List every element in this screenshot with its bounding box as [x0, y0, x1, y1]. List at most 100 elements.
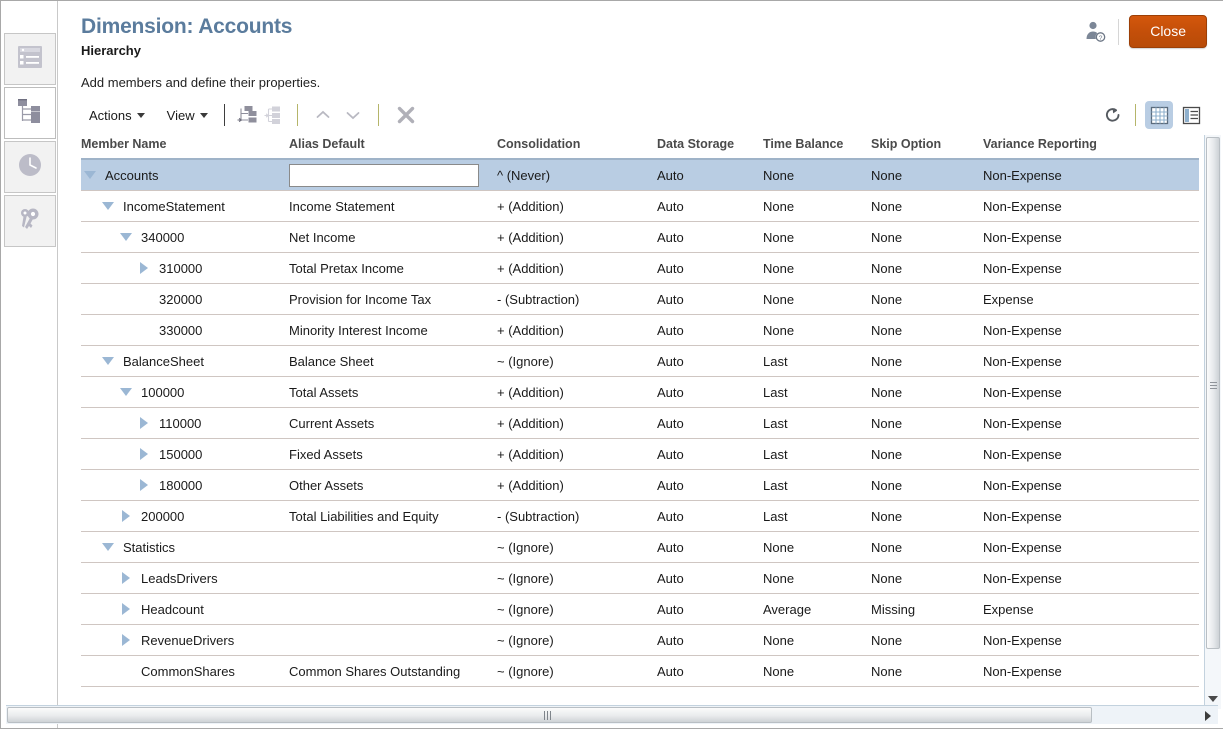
cell-data-storage[interactable]: Auto: [657, 407, 763, 439]
vertical-scrollbar[interactable]: [1204, 135, 1221, 709]
table-row[interactable]: 180000 Other Assets + (Addition) Auto Last No…: [81, 469, 1199, 501]
cell-time-balance[interactable]: None: [763, 283, 871, 315]
table-row[interactable]: Headcount ~ (Ignore) Auto Average Missing Exp…: [81, 593, 1199, 625]
cell-time-balance[interactable]: None: [763, 190, 871, 222]
cell-time-balance[interactable]: Average: [763, 593, 871, 625]
cell-skip-option[interactable]: None: [871, 221, 983, 253]
expand-twisty-icon[interactable]: [117, 569, 135, 587]
cell-alias-default[interactable]: Common Shares Outstanding: [289, 655, 497, 687]
cell-variance-reporting[interactable]: Non-Expense: [983, 469, 1199, 501]
cell-variance-reporting[interactable]: Non-Expense: [983, 190, 1199, 222]
collapse-twisty-icon[interactable]: [117, 228, 135, 246]
cell-time-balance[interactable]: None: [763, 314, 871, 346]
refresh-icon[interactable]: [1100, 103, 1126, 127]
cell-alias-default[interactable]: [289, 624, 497, 656]
cell-data-storage[interactable]: Auto: [657, 252, 763, 284]
user-permissions-icon[interactable]: ?: [1082, 19, 1108, 45]
cell-data-storage[interactable]: Auto: [657, 624, 763, 656]
cell-member-name[interactable]: 330000: [81, 314, 289, 346]
cell-consolidation[interactable]: - (Subtraction): [497, 500, 657, 532]
cell-consolidation[interactable]: ~ (Ignore): [497, 531, 657, 563]
cell-consolidation[interactable]: ~ (Ignore): [497, 655, 657, 687]
cell-data-storage[interactable]: Auto: [657, 376, 763, 408]
cell-alias-default[interactable]: Net Income: [289, 221, 497, 253]
cell-alias-default[interactable]: Total Assets: [289, 376, 497, 408]
horizontal-scrollbar-thumb[interactable]: [7, 707, 1092, 723]
table-row[interactable]: 340000 Net Income + (Addition) Auto None None…: [81, 221, 1199, 253]
alias-default-input[interactable]: [289, 163, 479, 187]
cell-consolidation[interactable]: ~ (Ignore): [497, 345, 657, 377]
horizontal-scrollbar[interactable]: [6, 705, 1218, 724]
expand-twisty-icon[interactable]: [117, 631, 135, 649]
cell-skip-option[interactable]: None: [871, 655, 983, 687]
table-row[interactable]: RevenueDrivers ~ (Ignore) Auto None None Non-…: [81, 624, 1199, 656]
cell-consolidation[interactable]: + (Addition): [497, 252, 657, 284]
cell-member-name[interactable]: BalanceSheet: [81, 345, 289, 377]
cell-skip-option[interactable]: Missing: [871, 593, 983, 625]
cell-variance-reporting[interactable]: Non-Expense: [983, 407, 1199, 439]
cell-time-balance[interactable]: Last: [763, 345, 871, 377]
cell-time-balance[interactable]: None: [763, 624, 871, 656]
view-menu-button[interactable]: View: [159, 105, 214, 126]
table-row[interactable]: 110000 Current Assets + (Addition) Auto Last…: [81, 407, 1199, 439]
cell-time-balance[interactable]: None: [763, 159, 871, 191]
cell-skip-option[interactable]: None: [871, 500, 983, 532]
cell-skip-option[interactable]: None: [871, 190, 983, 222]
sidebar-item-permissions[interactable]: [4, 195, 56, 247]
vertical-scrollbar-thumb[interactable]: [1206, 137, 1220, 649]
scroll-right-button[interactable]: [1202, 709, 1214, 722]
cell-data-storage[interactable]: Auto: [657, 438, 763, 470]
cell-consolidation[interactable]: ~ (Ignore): [497, 593, 657, 625]
cell-alias-default[interactable]: Current Assets: [289, 407, 497, 439]
cell-alias-default[interactable]: Total Pretax Income: [289, 252, 497, 284]
collapse-twisty-icon[interactable]: [117, 383, 135, 401]
table-row[interactable]: Accounts ^ (Never) Auto None None Non-Expense: [81, 159, 1199, 191]
cell-alias-default[interactable]: [289, 562, 497, 594]
cell-variance-reporting[interactable]: Non-Expense: [983, 221, 1199, 253]
cell-time-balance[interactable]: Last: [763, 407, 871, 439]
cell-alias-default[interactable]: Total Liabilities and Equity: [289, 500, 497, 532]
cell-variance-reporting[interactable]: Expense: [983, 593, 1199, 625]
cell-time-balance[interactable]: Last: [763, 438, 871, 470]
cell-variance-reporting[interactable]: Non-Expense: [983, 314, 1199, 346]
table-row[interactable]: 310000 Total Pretax Income + (Addition) Aut…: [81, 252, 1199, 284]
add-child-member-icon[interactable]: [235, 103, 261, 127]
cell-consolidation[interactable]: + (Addition): [497, 221, 657, 253]
cell-alias-default[interactable]: Fixed Assets: [289, 438, 497, 470]
cell-member-name[interactable]: 150000: [81, 438, 289, 470]
cell-variance-reporting[interactable]: Non-Expense: [983, 531, 1199, 563]
expand-twisty-icon[interactable]: [117, 600, 135, 618]
cell-consolidation[interactable]: + (Addition): [497, 190, 657, 222]
expand-twisty-icon[interactable]: [135, 259, 153, 277]
cell-skip-option[interactable]: None: [871, 469, 983, 501]
cell-alias-default[interactable]: Income Statement: [289, 190, 497, 222]
cell-data-storage[interactable]: Auto: [657, 593, 763, 625]
cell-skip-option[interactable]: None: [871, 624, 983, 656]
cell-data-storage[interactable]: Auto: [657, 221, 763, 253]
collapse-twisty-icon[interactable]: [99, 352, 117, 370]
cell-alias-default[interactable]: Provision for Income Tax: [289, 283, 497, 315]
cell-variance-reporting[interactable]: Non-Expense: [983, 655, 1199, 687]
cell-alias-default[interactable]: Balance Sheet: [289, 345, 497, 377]
cell-time-balance[interactable]: None: [763, 655, 871, 687]
table-row[interactable]: 330000 Minority Interest Income + (Additio…: [81, 314, 1199, 346]
cell-member-name[interactable]: 200000: [81, 500, 289, 532]
cell-member-name[interactable]: CommonShares: [81, 655, 289, 687]
cell-consolidation[interactable]: + (Addition): [497, 469, 657, 501]
cell-member-name[interactable]: 110000: [81, 407, 289, 439]
actions-menu-button[interactable]: Actions: [81, 105, 151, 126]
table-row[interactable]: 320000 Provision for Income Tax - (Subtrac…: [81, 283, 1199, 315]
cell-variance-reporting[interactable]: Non-Expense: [983, 438, 1199, 470]
collapse-twisty-icon[interactable]: [81, 166, 99, 184]
cell-time-balance[interactable]: None: [763, 562, 871, 594]
cell-variance-reporting[interactable]: Non-Expense: [983, 376, 1199, 408]
cell-member-name[interactable]: 320000: [81, 283, 289, 315]
cell-skip-option[interactable]: None: [871, 562, 983, 594]
cell-data-storage[interactable]: Auto: [657, 531, 763, 563]
cell-consolidation[interactable]: + (Addition): [497, 376, 657, 408]
column-header-data-storage[interactable]: Data Storage: [657, 135, 763, 160]
expand-twisty-icon[interactable]: [117, 507, 135, 525]
cell-data-storage[interactable]: Auto: [657, 655, 763, 687]
cell-data-storage[interactable]: Auto: [657, 562, 763, 594]
table-row[interactable]: 150000 Fixed Assets + (Addition) Auto Last No…: [81, 438, 1199, 470]
